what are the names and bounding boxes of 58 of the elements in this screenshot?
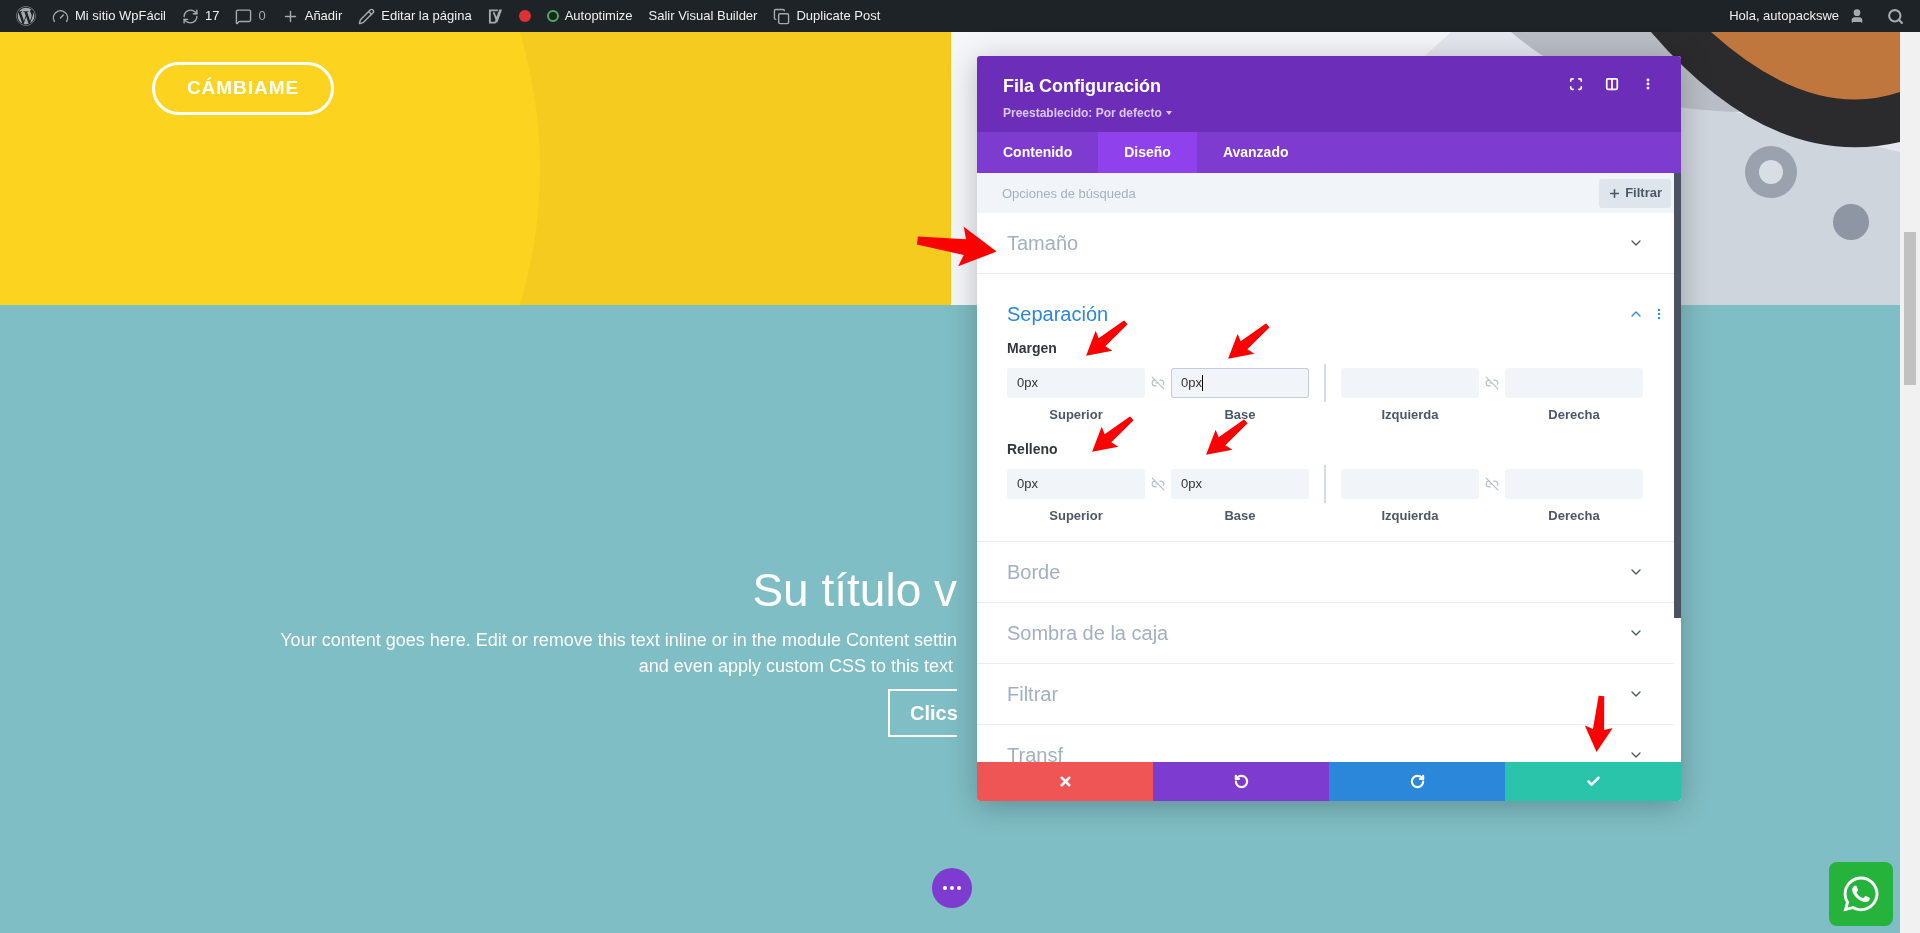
panel-scrollbar[interactable] [1674, 173, 1681, 618]
copy-icon [773, 7, 791, 25]
field-label: Superior [1049, 406, 1103, 424]
admin-bar-link[interactable]: 17 [205, 6, 220, 26]
field-label: Izquierda [1381, 406, 1439, 424]
greeting-link[interactable]: Hola, autopackswe [1729, 6, 1839, 26]
input-field[interactable]: 0px [1171, 368, 1309, 398]
wordpress-logo[interactable] [16, 6, 36, 26]
admin-bar-link[interactable]: Añadir [304, 6, 343, 26]
plus-icon [1608, 186, 1622, 200]
expand-icon[interactable] [1569, 77, 1583, 91]
input-field[interactable]: 0px [1007, 368, 1145, 398]
field-label: Base [1224, 406, 1256, 424]
admin-bar-link[interactable]: 0 [258, 6, 266, 26]
check-icon [1585, 774, 1601, 789]
admin-bar-link[interactable]: Salir Visual Builder [648, 6, 758, 26]
admin-bar-link[interactable]: Mi sitio WpFácil [75, 6, 166, 26]
chat-icon [1841, 874, 1881, 914]
group-label: Relleno [1007, 439, 1059, 459]
panel-title: Fila Configuración [1003, 75, 1162, 98]
admin-bar-link[interactable]: Editar la página [381, 6, 472, 26]
chat-button[interactable] [1829, 862, 1893, 926]
sidebar-icon[interactable] [1605, 77, 1619, 91]
group-label: Margen [1007, 339, 1058, 358]
field-label: Izquierda [1381, 506, 1439, 525]
undo-icon [1233, 774, 1249, 789]
field-label: Base [1224, 506, 1256, 525]
caret-icon [1165, 111, 1172, 115]
ellipsis-icon [943, 886, 961, 890]
gauge-icon [52, 7, 69, 25]
redo-icon [1409, 774, 1425, 789]
admin-bar-link[interactable]: Autoptimize [564, 6, 633, 26]
pencil-icon [358, 7, 376, 25]
search-icon[interactable] [1887, 7, 1904, 25]
more-options-button[interactable] [932, 868, 972, 908]
filter-button[interactable]: Filtrar [1599, 173, 1674, 213]
field-label: Superior [1049, 506, 1103, 525]
panel-tab[interactable]: Diseño [1098, 132, 1197, 173]
panel-tab[interactable]: Contenido [977, 132, 1099, 173]
preset-dropdown[interactable]: Preestablecido: Por defecto [1003, 104, 1162, 122]
admin-bar-link[interactable]: Duplicate Post [796, 6, 881, 26]
text-cursor [1201, 375, 1203, 391]
refresh-icon [182, 7, 199, 25]
field-label: Derecha [1548, 506, 1600, 525]
input-field[interactable]: 0px [1007, 468, 1145, 499]
panel-tab[interactable]: Avanzado [1196, 132, 1315, 173]
yoast-icon[interactable] [487, 7, 503, 25]
scrollbar-thumb[interactable] [1904, 232, 1916, 385]
field-label: Derecha [1548, 406, 1600, 424]
ring-icon [546, 10, 559, 22]
section-title[interactable]: Separación [1007, 299, 1109, 329]
section-heading: Su título v [752, 567, 957, 613]
body-text: and even apply custom CSS to this text [638, 655, 953, 678]
input-field[interactable]: 0px [1171, 468, 1309, 499]
user-icon[interactable] [1849, 8, 1865, 24]
comment-icon [235, 7, 253, 25]
search-field[interactable]: Opciones de búsqueda [977, 173, 1600, 213]
body-text: Your content goes here. Edit or remove this text inline or in the module Content settin [280, 629, 957, 652]
